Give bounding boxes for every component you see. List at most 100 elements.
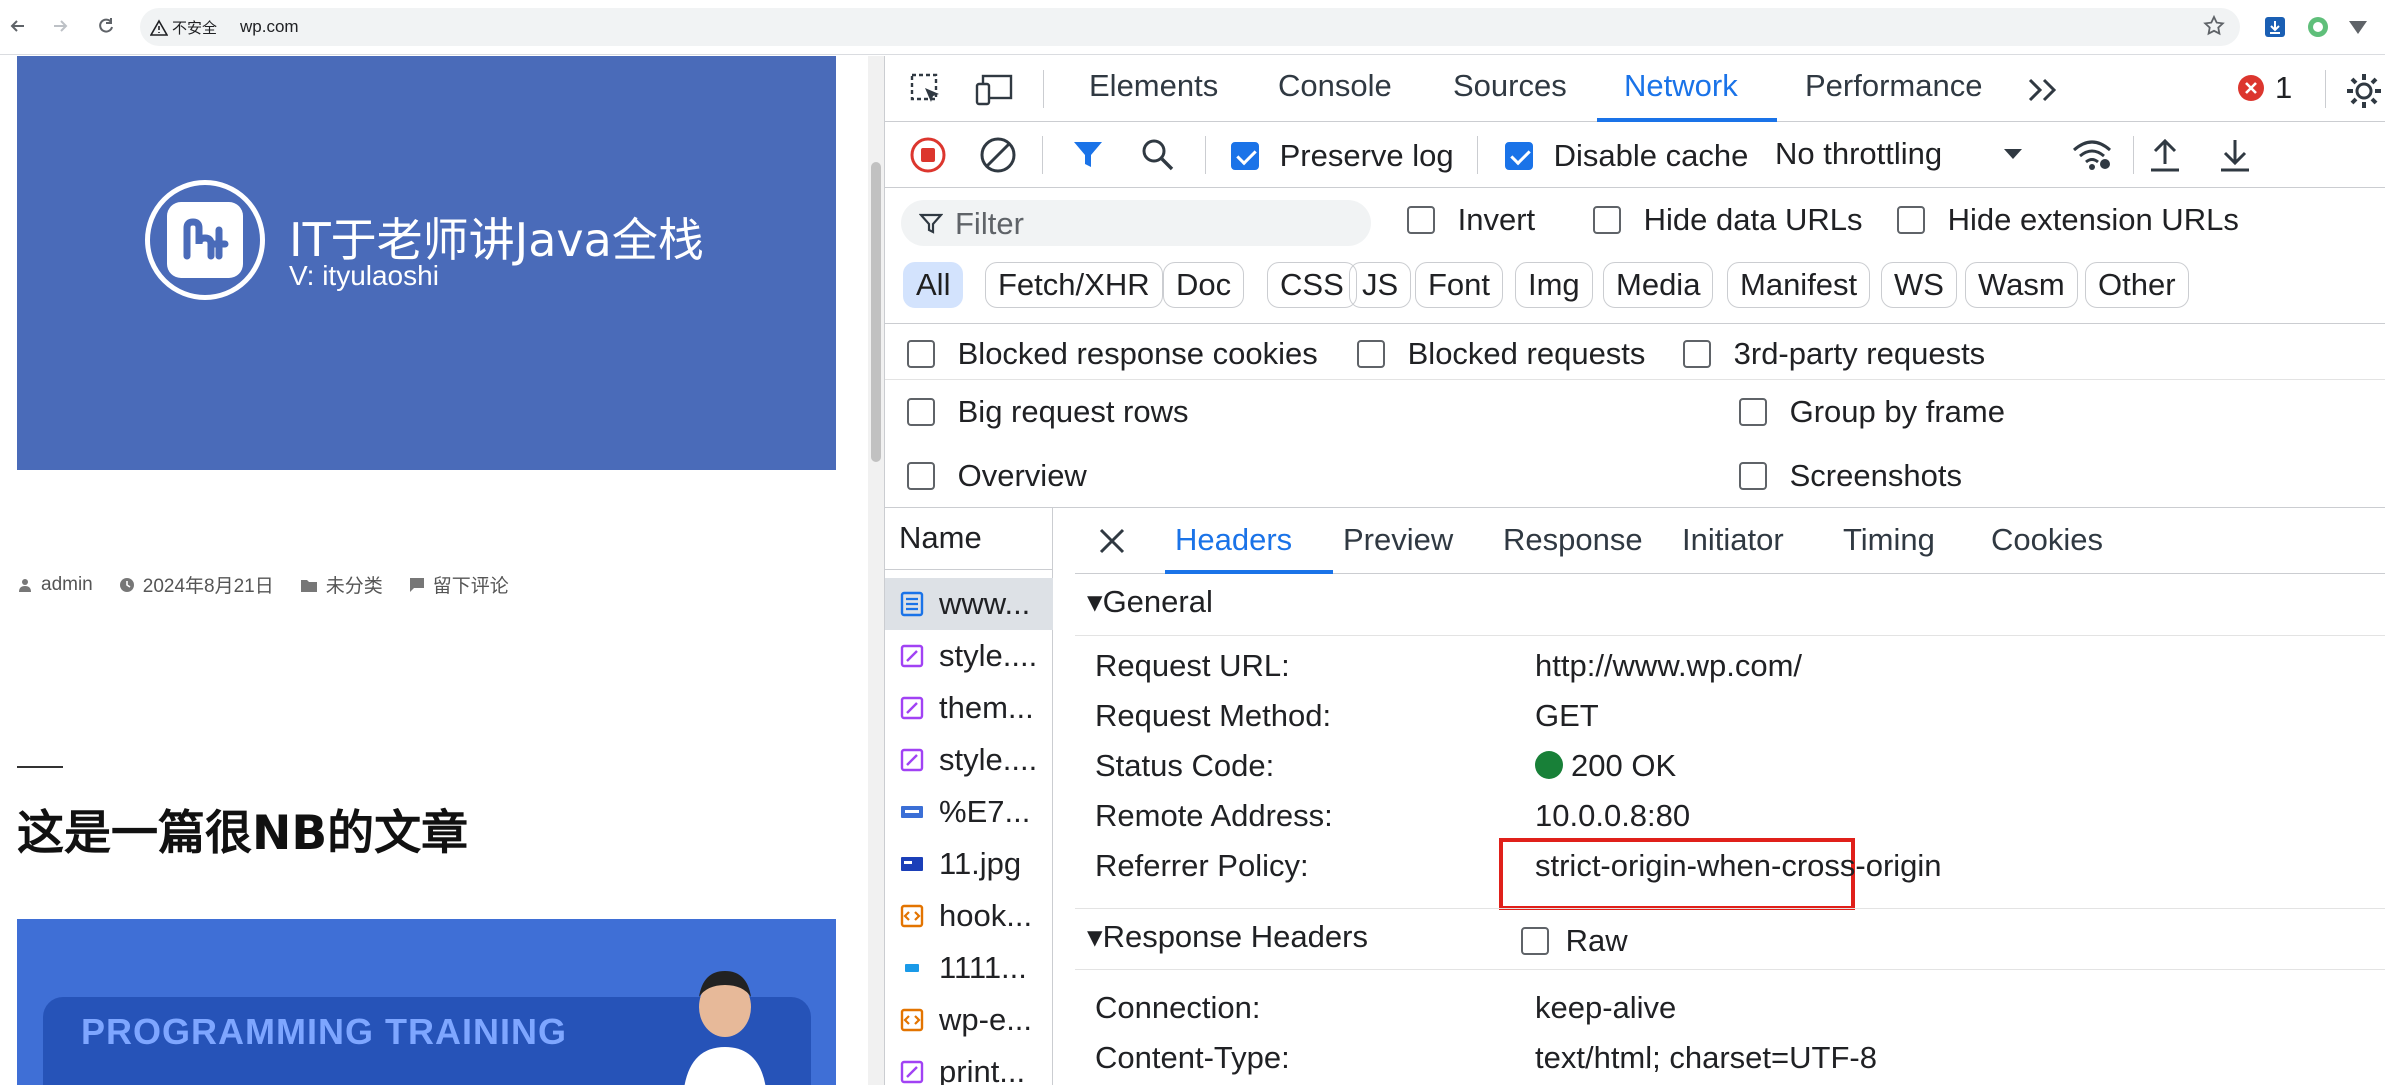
type-chip-ws[interactable]: WS xyxy=(1881,262,1957,308)
author-label[interactable]: admin xyxy=(41,574,93,596)
export-har-icon[interactable] xyxy=(2217,136,2253,182)
tab-network[interactable]: Network xyxy=(1624,68,1738,104)
type-chip-all[interactable]: All xyxy=(903,262,964,308)
name-column-header[interactable]: Name xyxy=(885,508,1053,570)
type-chip-wasm[interactable]: Wasm xyxy=(1965,262,2078,308)
type-chip-other[interactable]: Other xyxy=(2085,262,2189,308)
settings-gear-icon[interactable] xyxy=(2345,72,2383,118)
security-indicator[interactable]: 不安全 xyxy=(150,17,217,38)
invert-toggle[interactable]: Invert xyxy=(1407,200,1535,238)
bookmark-star-icon[interactable] xyxy=(2202,14,2226,43)
big-rows-checkbox[interactable] xyxy=(907,397,935,426)
request-row[interactable]: 11.jpg xyxy=(885,838,1053,890)
request-method-value[interactable]: GET xyxy=(1535,698,1599,734)
type-chip-doc[interactable]: Doc xyxy=(1163,262,1245,308)
invert-checkbox[interactable] xyxy=(1407,205,1435,234)
category-label[interactable]: 未分类 xyxy=(326,571,383,598)
error-counter[interactable]: 1 xyxy=(2237,70,2292,106)
close-icon[interactable] xyxy=(1097,526,1127,564)
device-toolbar-icon[interactable] xyxy=(975,72,1015,116)
url-text[interactable]: wp.com xyxy=(240,17,299,37)
search-icon[interactable] xyxy=(1141,138,1175,180)
tab-elements[interactable]: Elements xyxy=(1089,68,1218,104)
post-author[interactable]: admin xyxy=(17,574,93,596)
date-label[interactable]: 2024年8月21日 xyxy=(143,571,274,598)
request-row[interactable]: www... xyxy=(885,578,1053,630)
request-row[interactable]: style.... xyxy=(885,630,1053,682)
request-row[interactable]: %E7... xyxy=(885,786,1053,838)
post-category[interactable]: 未分类 xyxy=(300,571,383,598)
third-party-checkbox[interactable] xyxy=(1683,339,1711,368)
reload-icon[interactable] xyxy=(94,14,118,38)
request-row[interactable]: hook... xyxy=(885,890,1053,942)
post-featured-image[interactable]: PROGRAMMING TRAINING xyxy=(17,919,836,1085)
preserve-log-toggle[interactable]: Preserve log xyxy=(1231,136,1454,174)
disable-cache-checkbox[interactable] xyxy=(1505,141,1533,170)
hide-data-urls-checkbox[interactable] xyxy=(1593,205,1621,234)
blocked-cookies-toggle[interactable]: Blocked response cookies xyxy=(907,334,1318,372)
request-row[interactable]: them... xyxy=(885,682,1053,734)
clear-log-icon[interactable] xyxy=(979,136,1017,182)
referrer-policy-value[interactable]: strict-origin-when-cross-origin xyxy=(1535,848,1942,884)
filter-input[interactable]: Filter xyxy=(901,200,1371,246)
tab-headers[interactable]: Headers xyxy=(1175,522,1292,558)
third-party-toggle[interactable]: 3rd-party requests xyxy=(1683,334,1985,372)
type-chip-fetch-xhr[interactable]: Fetch/XHR xyxy=(985,262,1163,308)
preserve-log-checkbox[interactable] xyxy=(1231,141,1259,170)
download-extension-icon[interactable] xyxy=(2262,14,2288,40)
tab-sources[interactable]: Sources xyxy=(1453,68,1567,104)
request-row[interactable]: print... xyxy=(885,1046,1053,1085)
comment-label[interactable]: 留下评论 xyxy=(433,571,509,598)
extension-green-icon[interactable] xyxy=(2305,14,2331,40)
blocked-cookies-checkbox[interactable] xyxy=(907,339,935,368)
disable-cache-toggle[interactable]: Disable cache xyxy=(1505,136,1748,174)
status-code[interactable]: 200 OK xyxy=(1535,748,1676,784)
raw-toggle[interactable]: Raw xyxy=(1521,921,1628,959)
site-logo[interactable] xyxy=(145,180,265,300)
back-icon[interactable] xyxy=(6,14,30,38)
big-rows-toggle[interactable]: Big request rows xyxy=(907,392,1189,430)
screenshots-toggle[interactable]: Screenshots xyxy=(1739,456,1962,494)
overview-checkbox[interactable] xyxy=(907,461,935,490)
tab-console[interactable]: Console xyxy=(1278,68,1392,104)
request-row[interactable]: wp-e... xyxy=(885,994,1053,1046)
extension-menu-icon[interactable] xyxy=(2345,14,2371,40)
blocked-requests-toggle[interactable]: Blocked requests xyxy=(1357,334,1645,372)
screenshots-checkbox[interactable] xyxy=(1739,461,1767,490)
post-date[interactable]: 2024年8月21日 xyxy=(119,571,274,598)
filter-funnel-icon[interactable] xyxy=(1071,138,1105,180)
general-section-header[interactable]: ▾General xyxy=(1075,574,2385,636)
tab-initiator[interactable]: Initiator xyxy=(1682,522,1784,558)
request-row[interactable]: style.... xyxy=(885,734,1053,786)
type-chip-img[interactable]: Img xyxy=(1515,262,1593,308)
tab-timing[interactable]: Timing xyxy=(1843,522,1935,558)
type-chip-css[interactable]: CSS xyxy=(1267,262,1357,308)
group-by-frame-toggle[interactable]: Group by frame xyxy=(1739,392,2005,430)
address-bar[interactable]: 不安全 wp.com xyxy=(140,8,2240,46)
forward-icon[interactable] xyxy=(48,14,72,38)
type-chip-media[interactable]: Media xyxy=(1603,262,1714,308)
tab-preview[interactable]: Preview xyxy=(1343,522,1453,558)
type-chip-font[interactable]: Font xyxy=(1415,262,1504,308)
network-conditions-icon[interactable] xyxy=(2071,138,2113,180)
hide-data-urls-toggle[interactable]: Hide data URLs xyxy=(1593,200,1862,238)
import-har-icon[interactable] xyxy=(2147,136,2183,182)
hide-extension-urls-toggle[interactable]: Hide extension URLs xyxy=(1897,200,2239,238)
post-title[interactable]: 这是一篇很NB的文章 xyxy=(17,794,468,863)
throttling-select[interactable]: No throttling xyxy=(1775,136,2024,172)
scrollbar-thumb[interactable] xyxy=(871,162,881,462)
remote-address-value[interactable]: 10.0.0.8:80 xyxy=(1535,798,1690,834)
request-row[interactable]: 1111... xyxy=(885,942,1053,994)
blocked-requests-checkbox[interactable] xyxy=(1357,339,1385,368)
raw-checkbox[interactable] xyxy=(1521,926,1549,955)
post-comment[interactable]: 留下评论 xyxy=(409,571,509,598)
content-type-value[interactable]: text/html; charset=UTF-8 xyxy=(1535,1040,1877,1076)
stop-recording-icon[interactable] xyxy=(909,136,947,182)
inspect-element-icon[interactable] xyxy=(909,72,945,116)
overview-toggle[interactable]: Overview xyxy=(907,456,1087,494)
more-tabs-icon[interactable] xyxy=(2027,76,2061,112)
page-scrollbar[interactable] xyxy=(868,56,884,1085)
type-chip-manifest[interactable]: Manifest xyxy=(1727,262,1871,308)
request-url-value[interactable]: http://www.wp.com/ xyxy=(1535,648,1802,684)
hide-extension-urls-checkbox[interactable] xyxy=(1897,205,1925,234)
